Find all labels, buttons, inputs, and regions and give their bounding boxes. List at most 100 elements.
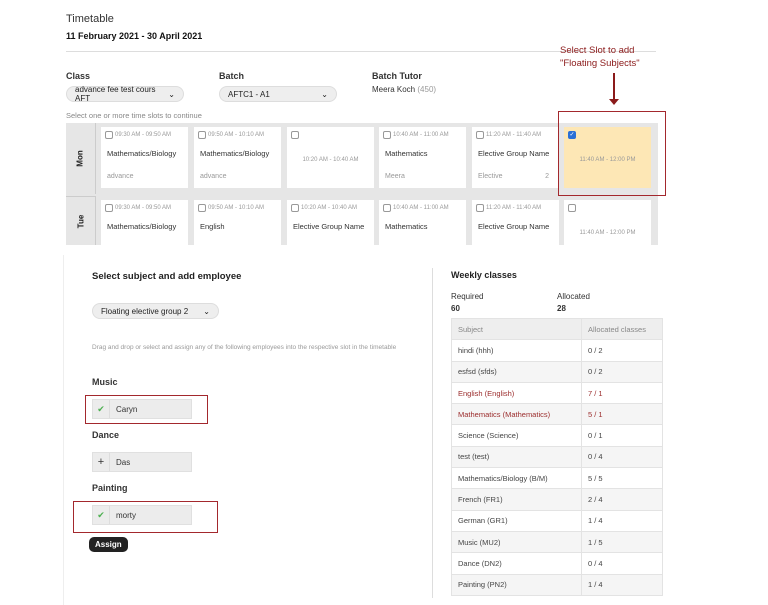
assign-title: Select subject and add employee bbox=[92, 271, 242, 282]
weekly-table: Subject Allocated classes hindi (hhh) 0 / … bbox=[451, 317, 663, 596]
group-subject: Painting bbox=[92, 483, 128, 493]
timetable-slot[interactable]: 10:20 AM - 10:40 AM Elective Group Name bbox=[287, 200, 374, 245]
slot-time-row: 09:30 AM - 09:50 AM bbox=[105, 204, 171, 212]
annotation-line: Select Slot to add bbox=[560, 45, 635, 56]
timetable-slot[interactable]: 11:20 AM - 11:40 AM Elective Group Name bbox=[472, 200, 559, 245]
allocated-cell: 1 / 4 bbox=[581, 573, 663, 596]
employee-chip[interactable]: + Das bbox=[92, 452, 192, 472]
table-row: Mathematics/Biology (B/M) 5 / 5 bbox=[451, 467, 663, 490]
table-row: English (English) 7 / 1 bbox=[451, 381, 663, 405]
slot-checkbox[interactable] bbox=[476, 131, 484, 139]
timetable-slot[interactable]: 09:50 AM - 10:10 AM Mathematics/Biology ad… bbox=[194, 127, 281, 188]
slot-subject: Mathematics bbox=[385, 149, 428, 158]
arrow-down-icon bbox=[609, 99, 619, 105]
slot-time-row: 11:20 AM - 11:40 AM bbox=[476, 131, 541, 139]
plus-icon[interactable]: + bbox=[93, 453, 110, 471]
slot-time: 09:50 AM - 10:10 AM bbox=[208, 132, 265, 138]
subject-cell: French (FR1) bbox=[451, 488, 582, 511]
slot-time-row bbox=[291, 131, 299, 139]
slot-checkbox[interactable] bbox=[383, 204, 391, 212]
subject-cell: English (English) bbox=[451, 381, 582, 405]
group-subject: Dance bbox=[92, 430, 120, 440]
allocated-label: Allocated bbox=[557, 292, 590, 301]
timetable-slot[interactable]: 10:20 AM - 10:40 AM bbox=[287, 127, 374, 188]
slot-time: 11:20 AM - 11:40 AM bbox=[486, 132, 542, 138]
slot-checkbox[interactable] bbox=[105, 131, 113, 139]
allocated-cell: 0 / 2 bbox=[581, 339, 663, 362]
allocated-cell: 2 / 4 bbox=[581, 488, 663, 511]
allocated-cell: 1 / 4 bbox=[581, 509, 663, 532]
slot-subject: English bbox=[200, 222, 225, 231]
timetable-slot[interactable]: 09:30 AM - 09:50 AM Mathematics/Biology ad… bbox=[101, 127, 188, 188]
timetable-slot[interactable]: 09:50 AM - 10:10 AM English bbox=[194, 200, 281, 245]
batch-tutor: Meera Koch (450) bbox=[372, 85, 436, 94]
slot-subject: Elective Group Name bbox=[293, 222, 365, 231]
table-row: esfsd (sfds) 0 / 2 bbox=[451, 360, 663, 383]
slot-subject: Elective Group Name bbox=[478, 149, 550, 158]
assign-button[interactable]: Assign bbox=[89, 537, 128, 552]
slot-checkbox[interactable] bbox=[198, 131, 206, 139]
slot-checkbox[interactable] bbox=[198, 204, 206, 212]
slot-checkbox[interactable] bbox=[568, 204, 576, 212]
table-row: Mathematics (Mathematics) 5 / 1 bbox=[451, 403, 663, 426]
timetable-slot[interactable]: 09:30 AM - 09:50 AM Mathematics/Biology bbox=[101, 200, 188, 245]
slot-subject: Mathematics/Biology bbox=[107, 149, 177, 158]
arrow-line bbox=[613, 73, 615, 101]
slot-time-row: 09:50 AM - 10:10 AM bbox=[198, 204, 264, 212]
timetable-slot[interactable]: 10:40 AM - 11:00 AM Mathematics Meera bbox=[379, 127, 466, 188]
class-select[interactable]: advance fee test cours AFT ⌄ bbox=[66, 85, 184, 103]
tutor-name: Meera Koch bbox=[372, 85, 416, 94]
slot-count: 2 bbox=[545, 173, 549, 180]
allocated-cell: 0 / 2 bbox=[581, 360, 663, 383]
timetable-slot[interactable]: 11:40 AM - 12:00 PM bbox=[564, 200, 651, 245]
table-row: Music (MU2) 1 / 5 bbox=[451, 530, 663, 554]
slot-time-row: 11:20 AM - 11:40 AM bbox=[476, 204, 541, 212]
slot-employee: Elective bbox=[478, 173, 503, 180]
required-label: Required bbox=[451, 292, 484, 301]
batch-label: Batch bbox=[219, 71, 245, 81]
slot-time: 11:40 AM - 12:00 PM bbox=[579, 230, 636, 236]
slot-time: 09:30 AM - 09:50 AM bbox=[115, 132, 172, 138]
slot-checkbox[interactable] bbox=[291, 131, 299, 139]
slot-checkbox[interactable] bbox=[383, 131, 391, 139]
subject-cell: hindi (hhh) bbox=[451, 339, 582, 362]
slot-checkbox[interactable] bbox=[105, 204, 113, 212]
table-row: hindi (hhh) 0 / 2 bbox=[451, 339, 663, 362]
slot-time: 09:30 AM - 09:50 AM bbox=[115, 205, 172, 211]
subject-cell: Dance (DN2) bbox=[451, 552, 582, 575]
allocated-cell: 0 / 4 bbox=[581, 552, 663, 575]
table-row: Dance (DN2) 0 / 4 bbox=[451, 552, 663, 575]
slot-employee: advance bbox=[200, 173, 227, 180]
slot-employee: Meera bbox=[385, 173, 405, 180]
batch-select[interactable]: AFTC1 - A1 ⌄ bbox=[219, 86, 337, 102]
timetable-slot[interactable]: 11:20 AM - 11:40 AM Elective Group Name El… bbox=[472, 127, 559, 188]
highlight-box bbox=[73, 501, 218, 533]
day-label: Mon bbox=[66, 123, 96, 194]
subject-cell: Music (MU2) bbox=[451, 530, 582, 554]
annotation-line: "Floating Subjects" bbox=[560, 58, 640, 69]
table-row: test (test) 0 / 4 bbox=[451, 445, 663, 469]
allocated-cell: 5 / 1 bbox=[581, 403, 663, 426]
slot-time-row: 10:20 AM - 10:40 AM bbox=[291, 204, 357, 212]
subject-cell: Mathematics (Mathematics) bbox=[451, 403, 582, 426]
weekly-title: Weekly classes bbox=[451, 270, 517, 280]
annotation-text: Select Slot to add "Floating Subjects" bbox=[560, 44, 640, 70]
subject-cell: Painting (PN2) bbox=[451, 573, 582, 596]
batch-select-value: AFTC1 - A1 bbox=[228, 89, 270, 99]
slot-time-row: 09:30 AM - 09:50 AM bbox=[105, 131, 171, 139]
day-text: Tue bbox=[75, 214, 85, 228]
slot-time: 10:20 AM - 10:40 AM bbox=[302, 157, 359, 163]
group-select[interactable]: Floating elective group 2 ⌄ bbox=[92, 303, 219, 319]
required-value: 60 bbox=[451, 304, 460, 313]
highlight-box bbox=[558, 111, 666, 196]
subject-cell: German (GR1) bbox=[451, 509, 582, 532]
class-select-value: advance fee test cours AFT bbox=[75, 85, 156, 103]
slot-employee: advance bbox=[107, 173, 134, 180]
day-text: Mon bbox=[76, 150, 85, 167]
chevron-down-icon: ⌄ bbox=[321, 89, 328, 99]
page-title: Timetable bbox=[66, 13, 114, 25]
allocated-cell: 0 / 4 bbox=[581, 445, 663, 469]
slot-checkbox[interactable] bbox=[476, 204, 484, 212]
timetable-slot[interactable]: 10:40 AM - 11:00 AM Mathematics bbox=[379, 200, 466, 245]
slot-checkbox[interactable] bbox=[291, 204, 299, 212]
